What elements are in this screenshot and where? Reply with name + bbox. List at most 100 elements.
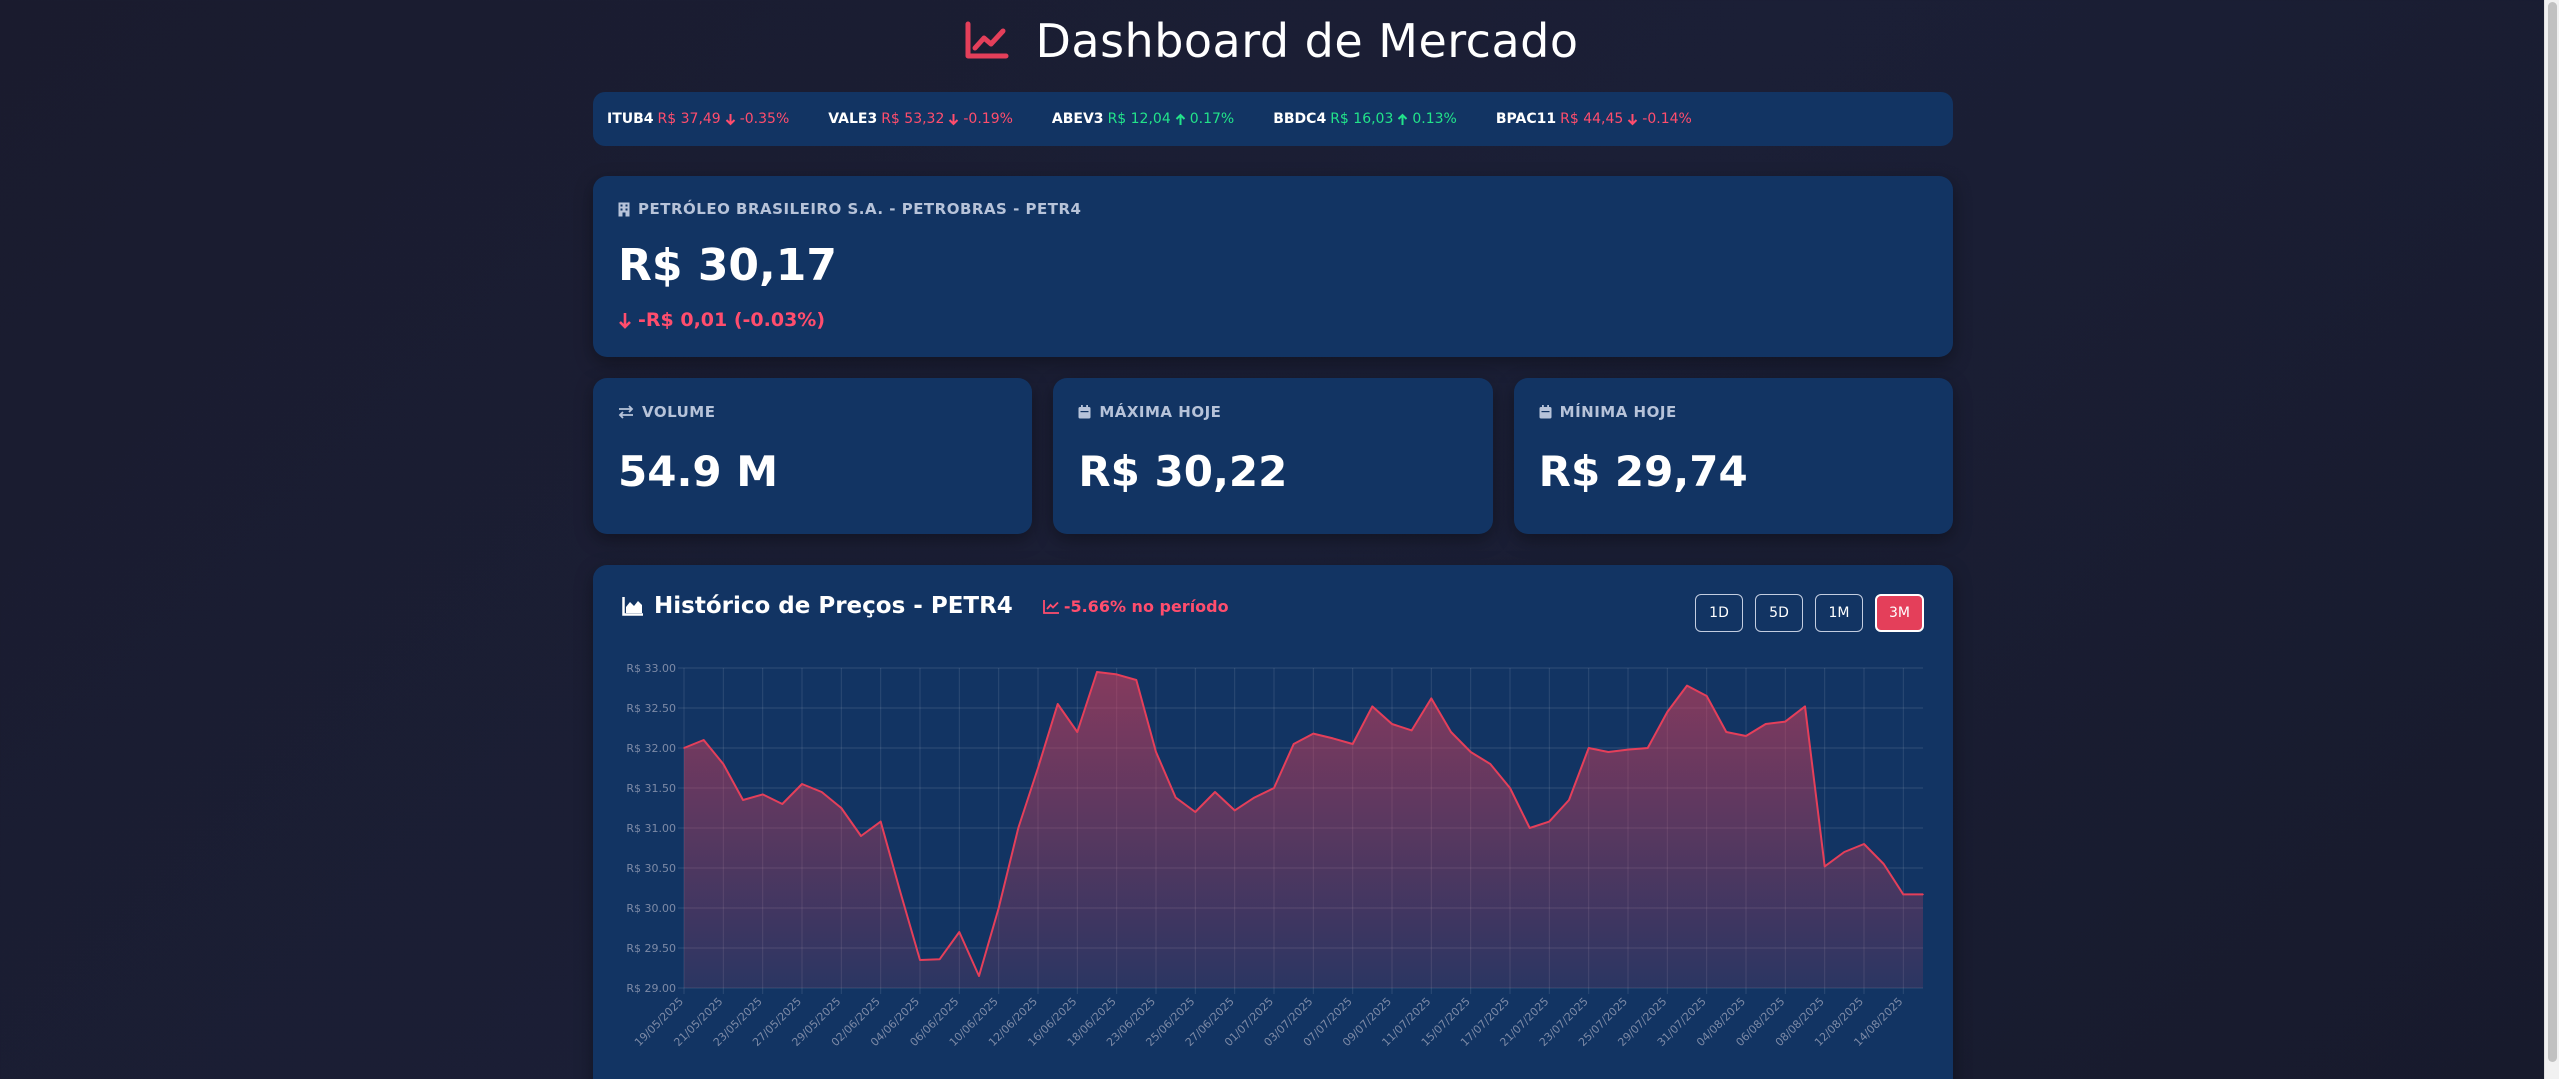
scrollbar-thumb[interactable] (2548, 2, 2557, 1062)
price-point (958, 931, 961, 933)
price-point (1548, 820, 1551, 823)
price-point (1607, 751, 1610, 753)
arrow-down-icon (1628, 113, 1638, 125)
price-point (781, 803, 784, 805)
ticker-price: R$ 16,03 (1330, 111, 1394, 127)
high-label: MÁXIMA HOJE (1099, 403, 1222, 421)
price-point (1096, 671, 1098, 673)
high-card: MÁXIMA HOJE R$ 30,22 (1053, 378, 1493, 534)
price-point (899, 891, 902, 893)
price-point (1568, 799, 1570, 801)
low-value: R$ 29,74 (1538, 447, 1748, 496)
price-point (1489, 763, 1492, 765)
price-point (1705, 695, 1708, 697)
page-header: Dashboard de Mercado (0, 14, 2544, 68)
y-tick-label: R$ 31.50 (626, 782, 676, 795)
price-chart: R$ 33.00 R$ 32.50 R$ 32.00 R$ 31.50 R$ 31.00… (626, 662, 1924, 1049)
price-point (1745, 735, 1747, 737)
price-point (1430, 697, 1433, 700)
y-tick-label: R$ 30.50 (626, 862, 676, 875)
arrow-up-icon (1175, 113, 1185, 125)
high-label-row: MÁXIMA HOJE (1078, 403, 1467, 421)
low-label: MÍNIMA HOJE (1559, 403, 1677, 421)
ticker-price: R$ 53,32 (881, 111, 945, 127)
price-point (997, 907, 1000, 909)
ticker-change: 0.13% (1412, 111, 1457, 127)
price-point (1469, 751, 1472, 753)
price-point (761, 793, 764, 796)
ticker-change: -0.14% (1642, 111, 1692, 127)
arrow-down-icon (725, 113, 735, 125)
stock-price: R$ 30,17 (618, 240, 837, 291)
y-tick-label: R$ 33.00 (626, 662, 676, 675)
y-tick-label: R$ 29.00 (626, 982, 676, 995)
ticker-change: -0.35% (739, 111, 790, 127)
price-point (1155, 751, 1157, 753)
price-point (1371, 705, 1374, 708)
price-point (1253, 796, 1256, 799)
price-point (1902, 893, 1905, 896)
price-point (1135, 679, 1138, 681)
price-point (1725, 731, 1728, 733)
y-tick-label: R$ 30.00 (626, 902, 676, 915)
stats-row: VOLUME 54.9 M MÁXIMA HOJE R$ 30,22 MÍNIM… (593, 378, 1953, 534)
price-point (1843, 851, 1846, 853)
price-point (722, 763, 725, 765)
ticker-item: BBDC4 R$ 16,03 0.13% (1273, 111, 1457, 127)
ticker-item: VALE3 R$ 53,32 -0.19% (828, 111, 1013, 127)
price-point (1509, 787, 1511, 789)
volume-label-row: VOLUME (618, 403, 1007, 421)
price-point (1115, 673, 1118, 676)
price-point (801, 783, 803, 785)
price-point (1017, 827, 1020, 829)
price-point (1804, 705, 1806, 708)
page-title: Dashboard de Mercado (1035, 14, 1579, 68)
price-point (1784, 720, 1787, 723)
chart-line-icon (965, 21, 1009, 59)
price-point (1627, 748, 1629, 751)
volume-card: VOLUME 54.9 M (593, 378, 1033, 534)
price-point (1863, 843, 1865, 845)
calendar-icon (1078, 405, 1091, 419)
price-point (1391, 723, 1393, 725)
ticker-price: R$ 12,04 (1107, 111, 1171, 127)
ticker-item: ABEV3 R$ 12,04 0.17% (1052, 111, 1234, 127)
price-point (978, 975, 980, 977)
price-point (840, 807, 843, 809)
price-point (683, 747, 685, 749)
price-point (879, 820, 882, 823)
price-point (1233, 809, 1236, 812)
ticker-item: ITUB4 R$ 37,49 -0.35% (607, 111, 789, 127)
ticker-change: -0.19% (963, 111, 1013, 127)
volume-value: 54.9 M (618, 447, 779, 496)
high-value: R$ 30,22 (1078, 447, 1288, 496)
building-icon (618, 202, 630, 216)
price-point (1076, 731, 1079, 733)
low-label-row: MÍNIMA HOJE (1539, 403, 1928, 421)
price-point (702, 739, 705, 741)
ticker-change: 0.17% (1189, 111, 1235, 127)
price-point (742, 799, 744, 801)
stock-change: -R$ 0,01 (-0.03%) (638, 309, 826, 331)
scrollbar[interactable] (2544, 0, 2559, 1079)
stock-name-row: PETRÓLEO BRASILEIRO S.A. - PETROBRAS - P… (618, 200, 1928, 218)
ticker-price: R$ 44,45 (1560, 111, 1624, 127)
low-card: MÍNIMA HOJE R$ 29,74 (1513, 378, 1953, 534)
stock-card: PETRÓLEO BRASILEIRO S.A. - PETROBRAS - P… (593, 176, 1953, 357)
ticker-bar: ITUB4 R$ 37,49 -0.35% VALE3 R$ 53,32 -0.… (593, 92, 1953, 146)
price-point (1056, 703, 1059, 705)
price-point (1174, 796, 1177, 799)
chart-card: Histórico de Preços - PETR4 -5.66% no pe… (593, 565, 1953, 1079)
stock-change-row: -R$ 0,01 (-0.03%) (618, 309, 1928, 331)
price-point (1037, 767, 1039, 769)
price-point (1450, 731, 1452, 733)
price-point (1214, 791, 1216, 793)
ticker-symbol: ITUB4 (607, 111, 654, 127)
stock-name: PETRÓLEO BRASILEIRO S.A. - PETROBRAS - P… (638, 200, 1082, 218)
price-point (1292, 743, 1295, 745)
y-tick-label: R$ 32.50 (626, 702, 676, 715)
exchange-icon (618, 405, 634, 419)
ticker-symbol: BPAC11 (1495, 111, 1557, 127)
y-tick-label: R$ 29.50 (626, 942, 676, 955)
price-point (1823, 865, 1826, 868)
